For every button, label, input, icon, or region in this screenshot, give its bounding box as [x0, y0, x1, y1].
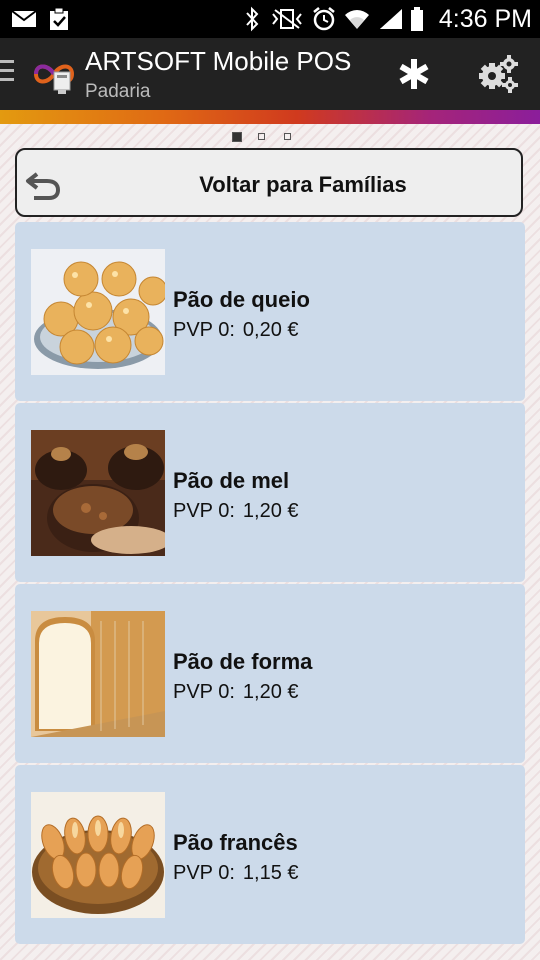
- product-item[interactable]: Pão de queio PVP 0: 0,20 €: [15, 222, 525, 401]
- product-item[interactable]: Pão de mel PVP 0: 1,20 €: [15, 403, 525, 582]
- app-title: ARTSOFT Mobile POS: [85, 46, 352, 76]
- settings-gears-icon[interactable]: [468, 48, 528, 100]
- back-to-families-button[interactable]: Voltar para Famílias: [15, 148, 523, 217]
- price-label: PVP 0:: [173, 681, 235, 703]
- product-price: PVP 0: 1,20 €: [173, 681, 307, 704]
- product-list: Pão de queio PVP 0: 0,20 € Pão de mel PVP…: [15, 222, 525, 946]
- product-name: Pão de forma: [173, 649, 313, 674]
- asterisk-icon[interactable]: [384, 48, 444, 100]
- honey-bread-image: [31, 430, 165, 556]
- back-button-label: Voltar para Famílias: [199, 172, 407, 197]
- price-value: 1,20 €: [242, 500, 299, 522]
- status-bar: 4:36 PM: [0, 0, 540, 38]
- product-price: PVP 0: 0,20 €: [173, 319, 307, 342]
- wifi-icon: [342, 0, 372, 38]
- app-logo[interactable]: [32, 52, 76, 96]
- mail-icon: [10, 0, 38, 38]
- bluetooth-icon: [242, 0, 262, 38]
- price-label: PVP 0:: [173, 500, 235, 522]
- sliced-loaf-image: [31, 611, 165, 737]
- product-price: PVP 0: 1,15 €: [173, 862, 307, 885]
- status-clock: 4:36 PM: [438, 5, 532, 33]
- alarm-icon: [310, 0, 338, 38]
- page-dot-2[interactable]: [258, 133, 265, 140]
- french-rolls-image: [31, 792, 165, 918]
- vibrate-icon: [270, 0, 304, 38]
- app-bar: ARTSOFT Mobile POS Padaria: [0, 38, 540, 110]
- product-price: PVP 0: 1,20 €: [173, 500, 307, 523]
- price-value: 0,20 €: [242, 319, 299, 341]
- product-item[interactable]: Pão de forma PVP 0: 1,20 €: [15, 584, 525, 763]
- drawer-menu-icon[interactable]: [0, 60, 14, 86]
- clipboard-check-icon: [46, 0, 72, 38]
- product-name: Pão francês: [173, 830, 298, 855]
- battery-icon: [408, 0, 426, 38]
- cheese-bread-image: [31, 249, 165, 375]
- app-subtitle: Padaria: [85, 81, 151, 102]
- page-dot-1[interactable]: [232, 132, 242, 142]
- product-item[interactable]: Pão francês PVP 0: 1,15 €: [15, 765, 525, 944]
- price-label: PVP 0:: [173, 862, 235, 884]
- page-indicator: [0, 128, 540, 146]
- price-label: PVP 0:: [173, 319, 235, 341]
- price-value: 1,15 €: [242, 862, 299, 884]
- product-name: Pão de queio: [173, 287, 310, 312]
- brand-stripe: [0, 110, 540, 124]
- product-name: Pão de mel: [173, 468, 290, 493]
- price-value: 1,20 €: [242, 681, 299, 703]
- signal-icon: [377, 0, 405, 38]
- page-dot-3[interactable]: [284, 133, 291, 140]
